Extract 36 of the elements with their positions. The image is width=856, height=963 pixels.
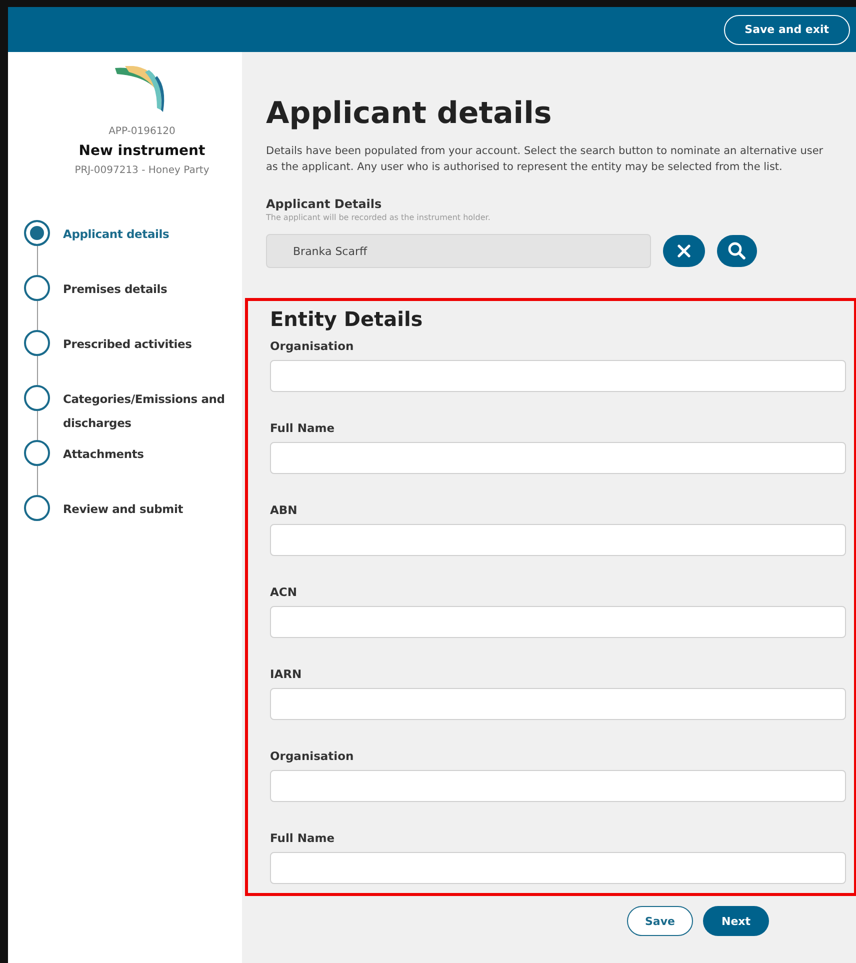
search-button[interactable] — [717, 235, 757, 267]
page-title: Applicant details — [266, 96, 553, 131]
input-field[interactable] — [270, 442, 846, 474]
step-link[interactable]: Categories/Emissions and discharges — [63, 385, 242, 440]
application-id: APP-0196120 — [108, 126, 176, 137]
field-label: Applicant Details — [266, 197, 383, 211]
field-label: IARN — [270, 667, 303, 681]
save-button[interactable]: Save — [627, 906, 693, 936]
next-button[interactable]: Next — [703, 906, 769, 936]
field-label: ABN — [270, 503, 298, 517]
intro-text: Details have been populated from your account. Select the search button to nominate an alternative user as the applicant. Any user who is authorised to represent the entity may be selected from the list. — [266, 144, 824, 175]
instrument-title: New instrument — [78, 143, 206, 159]
clear-button[interactable] — [663, 235, 705, 267]
step-link[interactable]: Attachments — [63, 440, 242, 495]
step-link[interactable]: Premises details — [63, 275, 242, 330]
input-field[interactable] — [270, 360, 846, 392]
input-field[interactable] — [270, 524, 846, 556]
field-label: ACN — [270, 585, 298, 599]
step-link[interactable]: Applicant details — [63, 220, 242, 275]
step-link[interactable]: Prescribed activities — [63, 330, 242, 385]
input-field[interactable] — [270, 852, 846, 884]
field-hint: The applicant will be recorded as the instrument holder. — [266, 213, 492, 222]
input-field[interactable] — [270, 606, 846, 638]
section-title: Entity Details — [270, 307, 424, 331]
search-icon — [727, 241, 747, 261]
save-and-exit-button[interactable]: Save and exit — [724, 14, 850, 44]
field-label: Full Name — [270, 421, 336, 435]
project-name: PRJ-0097213 - Honey Party — [74, 165, 210, 176]
step-link[interactable]: Review and submit — [63, 495, 242, 521]
input-field[interactable] — [270, 770, 846, 802]
field-label: Organisation — [270, 339, 355, 353]
close-icon — [677, 244, 691, 258]
input-field[interactable] — [270, 688, 846, 720]
applicant-field[interactable]: Branka Scarff — [266, 234, 651, 268]
field-label: Organisation — [270, 749, 355, 763]
field-label: Full Name — [270, 831, 336, 845]
